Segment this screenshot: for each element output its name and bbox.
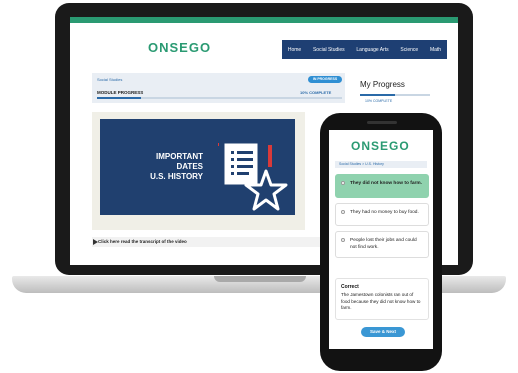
sidebar-percent: 10% COMPLETE — [365, 99, 393, 103]
video-player[interactable]: IMPORTANT DATES U.S. HISTORY — [92, 112, 305, 230]
sidebar-progress-bar — [360, 94, 430, 96]
answer-option-1[interactable]: They did not know how to farm. — [335, 174, 429, 198]
video-title-line-2: U.S. HISTORY — [150, 172, 203, 181]
video-title: IMPORTANT DATES U.S. HISTORY — [139, 152, 203, 182]
answer-option-text: People lost their jobs and could not fin… — [350, 238, 417, 250]
answer-option-2[interactable]: They had no money to buy food. — [335, 203, 429, 226]
radio-icon — [341, 238, 345, 242]
module-progress-card: Social Studies IN PROGRESS MODULE PROGRE… — [92, 73, 345, 103]
module-progress-bar — [97, 97, 342, 99]
video-thumbnail[interactable]: IMPORTANT DATES U.S. HISTORY — [100, 119, 295, 215]
answer-option-text: They had no money to buy food. — [350, 210, 419, 215]
nav-item-home[interactable]: Home — [288, 47, 301, 53]
nav-item-math[interactable]: Math — [430, 47, 441, 53]
feedback-title: Correct — [341, 284, 359, 290]
radio-icon — [341, 181, 345, 185]
feedback-panel: Correct The Jamestown colonists ran out … — [335, 278, 429, 320]
video-title-line-1: IMPORTANT DATES — [156, 152, 203, 171]
status-badge: IN PROGRESS — [308, 76, 342, 83]
document-star-icon — [218, 142, 288, 211]
top-accent-bar — [70, 17, 458, 23]
transcript-label: Click here read the transcript of the vi… — [98, 239, 187, 244]
phone-breadcrumb[interactable]: Social Studies > U.S. History — [335, 161, 427, 168]
nav-item-social-studies[interactable]: Social Studies — [313, 47, 345, 53]
laptop-notch — [214, 276, 306, 282]
save-next-button[interactable]: Save & Next — [361, 327, 405, 337]
sidebar-progress-fill — [360, 94, 395, 96]
nav-item-science[interactable]: Science — [400, 47, 418, 53]
site-logo[interactable]: ONSEGO — [148, 40, 211, 55]
sidebar-title: My Progress — [360, 80, 405, 89]
module-percent: 10% COMPLETE — [300, 90, 332, 95]
feedback-text: The Jamestown colonists ran out of food … — [341, 292, 421, 310]
module-progress-fill — [97, 97, 142, 99]
phone-speaker — [367, 121, 397, 124]
phone-screen: ONSEGO Social Studies > U.S. History The… — [329, 130, 433, 349]
breadcrumb[interactable]: Social Studies — [97, 77, 122, 82]
transcript-toggle[interactable]: Click here read the transcript of the vi… — [92, 237, 340, 247]
module-progress-label: MODULE PROGRESS — [97, 90, 144, 95]
main-nav: Home Social Studies Language Arts Scienc… — [282, 40, 447, 59]
nav-item-language-arts[interactable]: Language Arts — [356, 47, 388, 53]
answer-option-text: They did not know how to farm. — [350, 181, 422, 186]
radio-icon — [341, 210, 345, 214]
phone-logo[interactable]: ONSEGO — [351, 139, 410, 153]
answer-option-3[interactable]: People lost their jobs and could not fin… — [335, 231, 429, 258]
